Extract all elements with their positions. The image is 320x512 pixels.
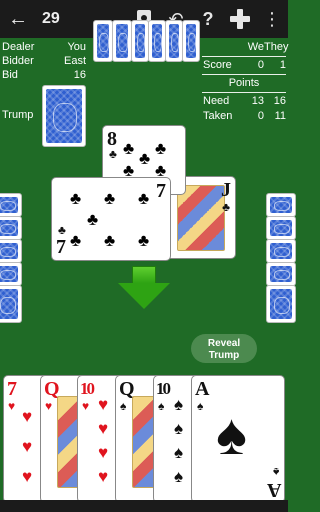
card-back — [0, 193, 22, 217]
gamepad-icon[interactable] — [224, 0, 256, 38]
points-label: Points — [228, 77, 260, 89]
card-back — [266, 193, 296, 217]
club-icon: ♣ — [87, 210, 99, 229]
club-icon: ♣ — [70, 189, 82, 208]
reveal-trump-label-2: Trump — [208, 350, 240, 361]
down-arrow-icon — [118, 266, 170, 310]
card-back — [0, 216, 22, 240]
heart-icon: ♥ — [82, 399, 90, 413]
club-icon: ♣ — [109, 147, 117, 161]
card-back — [165, 20, 183, 62]
they-header: They — [264, 41, 289, 53]
taken-label: Taken — [203, 110, 233, 122]
card-back — [0, 262, 22, 286]
divider — [202, 74, 286, 75]
card-rank: A — [195, 378, 210, 400]
heart-icon: ♥ — [98, 467, 109, 486]
club-icon: ♣ — [155, 139, 167, 158]
need-they: 16 — [273, 95, 286, 107]
card-rank: 7 — [156, 180, 166, 202]
we-header: We — [247, 41, 264, 53]
card-back — [0, 285, 22, 323]
divider — [202, 92, 286, 93]
taken-we: 0 — [257, 110, 264, 122]
trump-label: Trump — [2, 109, 34, 121]
heart-icon: ♥ — [22, 407, 33, 426]
bid-value: 16 — [73, 69, 86, 81]
card-back — [266, 285, 296, 323]
card-rank: A — [266, 479, 281, 501]
divider — [202, 56, 286, 57]
heart-icon: ♥ — [45, 399, 53, 413]
heart-icon: ♥ — [98, 395, 109, 414]
back-arrow-icon[interactable]: ← — [0, 0, 36, 38]
club-icon: ♣ — [70, 231, 82, 250]
dealer-value: You — [67, 41, 86, 53]
card-rank: 10 — [156, 379, 171, 398]
card-back — [182, 20, 200, 62]
dealer-label: Dealer — [2, 41, 35, 53]
card-rank: 8 — [107, 128, 117, 150]
spade-icon: ♠ — [174, 467, 184, 486]
spade-icon: ♠ — [174, 419, 184, 438]
card-back — [0, 239, 22, 263]
spade-icon: ♠ — [174, 443, 184, 462]
heart-icon: ♥ — [98, 443, 109, 462]
card-rank: 7 — [56, 236, 66, 258]
spade-icon: ♠ — [272, 465, 279, 479]
bidder-label: Bidder — [2, 55, 34, 67]
card-rank: 7 — [7, 378, 17, 400]
heart-icon: ♥ — [98, 419, 109, 438]
game-info: Dealer You Bidder East Bid 16 — [2, 40, 86, 82]
card-back — [266, 239, 296, 263]
hand-card-a-spades[interactable]: A ♠ ♠ A ♠ — [191, 375, 285, 503]
reveal-trump-button[interactable]: Reveal Trump — [191, 334, 257, 363]
score-table: We They Score 0 1 Points Need 13 16 Taken 0 11 — [200, 40, 288, 124]
score-we: 0 — [257, 59, 264, 71]
taken-they: 11 — [274, 110, 286, 122]
need-we: 13 — [251, 95, 264, 107]
club-icon: ♣ — [58, 223, 66, 237]
bidder-value: East — [63, 55, 86, 67]
spade-icon: ♠ — [120, 399, 127, 413]
club-icon: ♣ — [104, 189, 116, 208]
heart-icon: ♥ — [22, 467, 33, 486]
card-back — [131, 20, 149, 62]
heart-icon: ♥ — [8, 399, 16, 413]
reveal-trump-label-1: Reveal — [207, 338, 241, 349]
score-label: Score — [203, 59, 232, 71]
spade-icon: ♠ — [174, 395, 184, 414]
more-vert-icon[interactable]: ⋮ — [256, 0, 288, 38]
card-back — [148, 20, 166, 62]
club-icon: ♣ — [123, 139, 135, 158]
trick-card-west: 7 ♣ 7 ♣ ♣ ♣ ♣ ♣ ♣ ♣ — [51, 177, 171, 261]
need-label: Need — [203, 95, 230, 107]
trump-card[interactable] — [42, 85, 86, 147]
system-nav-bar — [0, 500, 288, 512]
score-they: 1 — [279, 59, 286, 71]
club-icon: ♣ — [139, 149, 151, 168]
spade-icon: ♠ — [158, 399, 165, 413]
heart-icon: ♥ — [22, 437, 33, 456]
spade-icon: ♠ — [216, 402, 247, 467]
card-rank: J — [221, 179, 231, 201]
club-icon: ♣ — [138, 189, 150, 208]
card-back — [266, 216, 296, 240]
spade-icon: ♠ — [197, 399, 204, 413]
club-icon: ♣ — [222, 200, 230, 214]
jack-portrait — [177, 185, 225, 251]
club-icon: ♣ — [104, 231, 116, 250]
card-back — [266, 262, 296, 286]
card-back — [93, 20, 113, 62]
club-icon: ♣ — [138, 231, 150, 250]
card-back — [112, 20, 132, 62]
bid-label: Bid — [2, 69, 18, 81]
card-rank: 10 — [80, 379, 95, 398]
